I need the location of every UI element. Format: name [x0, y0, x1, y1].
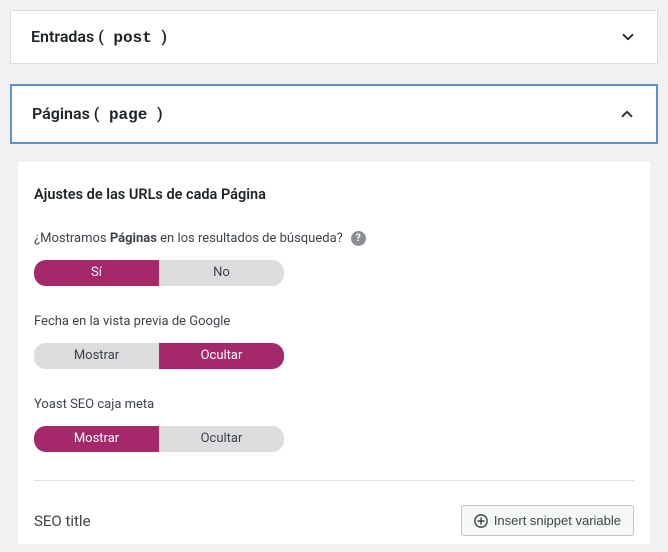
- panel-posts[interactable]: Entradas ( post ): [10, 10, 658, 64]
- toggle-show-meta[interactable]: Mostrar: [34, 426, 159, 452]
- label-text: ¿Mostramos Páginas en los resultados de …: [34, 231, 343, 246]
- help-icon[interactable]: ?: [351, 231, 366, 246]
- panel-content-pages: Ajustes de las URLs de cada Página ¿Most…: [10, 162, 658, 544]
- date-preview-toggle: Mostrar Ocultar: [34, 343, 284, 369]
- insert-snippet-button[interactable]: Insert snippet variable: [461, 505, 634, 536]
- section-title: Ajustes de las URLs de cada Página: [34, 186, 634, 203]
- plus-circle-icon: [474, 514, 488, 528]
- toggle-hide-meta[interactable]: Ocultar: [159, 426, 284, 452]
- panel-slug-posts: post: [104, 29, 162, 47]
- toggle-show-date[interactable]: Mostrar: [34, 343, 159, 369]
- meta-box-toggle: Mostrar Ocultar: [34, 426, 284, 452]
- toggle-no[interactable]: No: [159, 260, 284, 286]
- date-preview-label: Fecha en la vista previa de Google: [34, 314, 634, 329]
- insert-button-label: Insert snippet variable: [494, 513, 621, 528]
- settings-section: Ajustes de las URLs de cada Página ¿Most…: [18, 162, 650, 544]
- panel-title-pages: Páginas ( page ): [32, 104, 163, 124]
- panel-pages: Páginas ( page ): [10, 84, 658, 144]
- show-in-search-toggle: Sí No: [34, 260, 284, 286]
- panel-label-pages: Páginas: [32, 104, 90, 123]
- toggle-hide-date[interactable]: Ocultar: [159, 343, 284, 369]
- panel-label-posts: Entradas: [31, 27, 94, 46]
- chevron-down-icon: [619, 28, 637, 46]
- seo-title-label: SEO title: [34, 512, 91, 530]
- seo-title-row: SEO title Insert snippet variable: [34, 505, 634, 536]
- toggle-yes[interactable]: Sí: [34, 260, 159, 286]
- meta-box-label: Yoast SEO caja meta: [34, 397, 634, 412]
- show-in-search-label: ¿Mostramos Páginas en los resultados de …: [34, 231, 634, 246]
- divider: [34, 480, 634, 481]
- panel-slug-pages: page: [99, 106, 157, 124]
- panel-title-posts: Entradas ( post ): [31, 27, 167, 47]
- panel-header-pages[interactable]: Páginas ( page ): [12, 86, 656, 142]
- chevron-up-icon: [618, 105, 636, 123]
- panel-header-posts[interactable]: Entradas ( post ): [11, 11, 657, 63]
